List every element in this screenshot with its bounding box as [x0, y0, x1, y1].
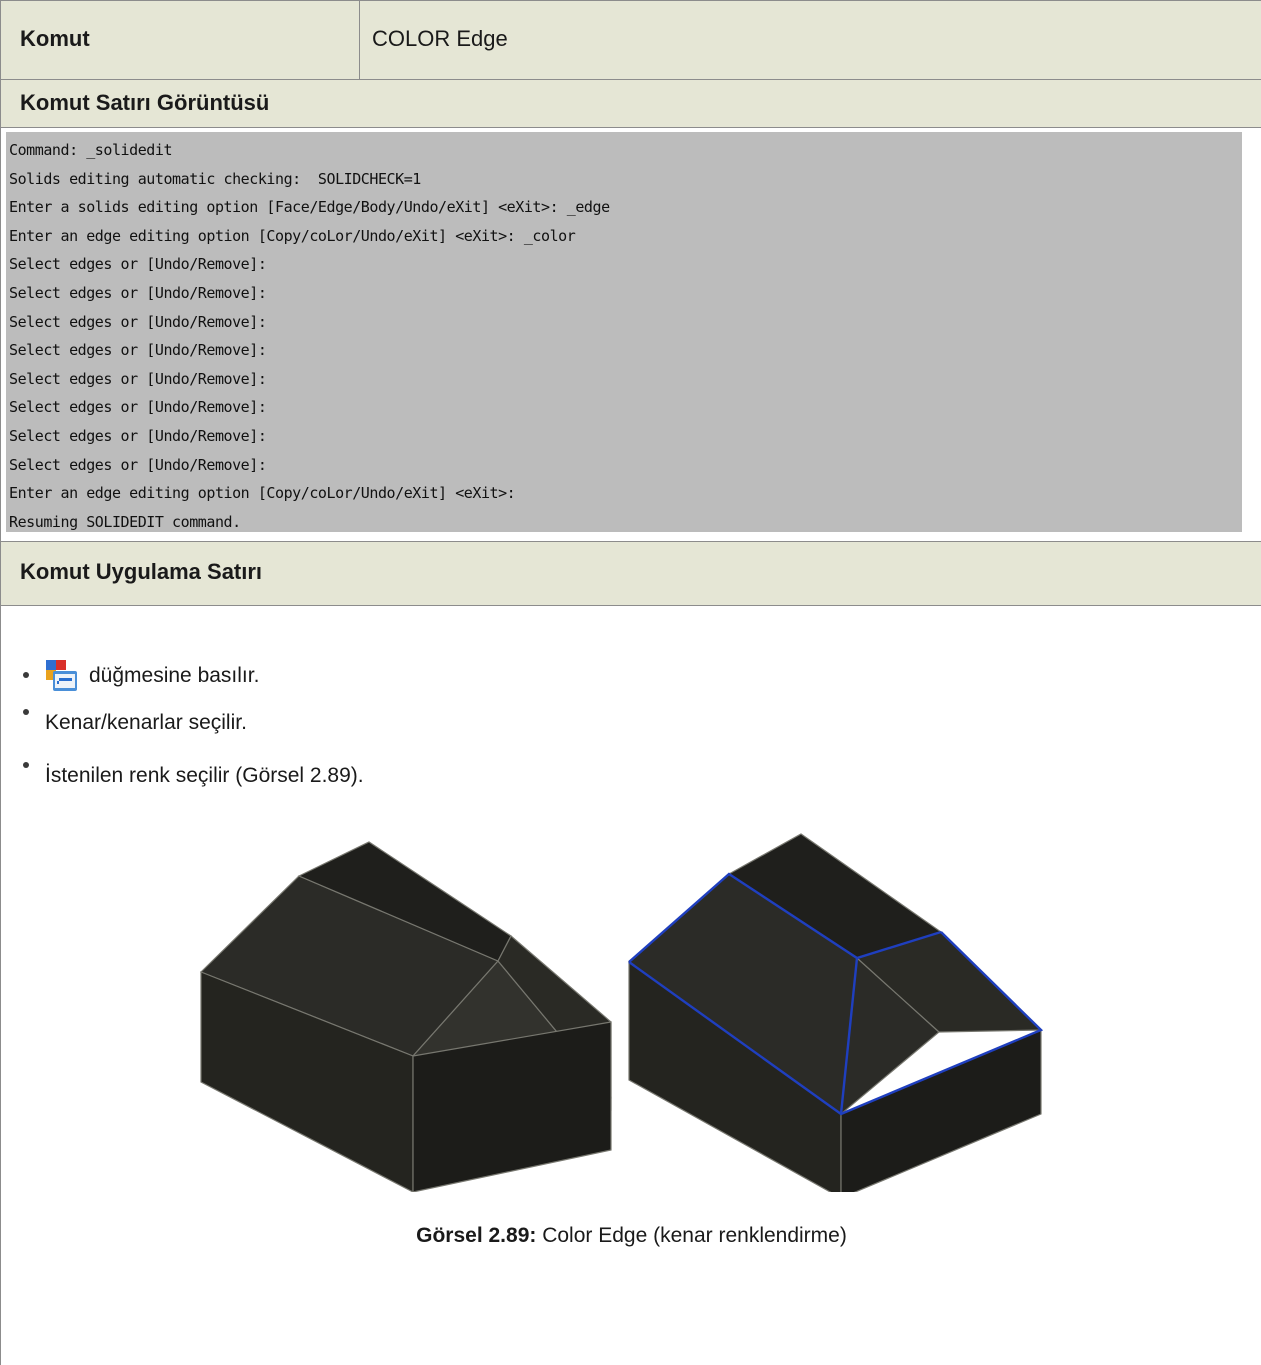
- bullet-dot: [23, 762, 29, 768]
- command-line-text: Enter a solids editing option [Face/Edge…: [9, 198, 610, 217]
- command-label: Komut: [1, 1, 360, 80]
- command-value: COLOR Edge: [372, 26, 508, 51]
- command-line-text: Enter an edge editing option [Copy/coLor…: [9, 484, 516, 503]
- command-line-screenshot: Command: _solidedit Solids editing automa…: [6, 132, 1242, 532]
- command-line-text: Select edges or [Undo/Remove]:: [9, 455, 267, 474]
- command-line-text: Solids editing automatic checking: SOLID…: [9, 169, 421, 188]
- figure-caption-text: Color Edge (kenar renklendirme): [536, 1224, 847, 1247]
- command-line-text: Select edges or [Undo/Remove]:: [9, 255, 267, 274]
- section-application-title: Komut Uygulama Satırı: [1, 542, 1261, 606]
- command-name-row: Komut COLOR Edge: [1, 0, 1261, 80]
- command-line-text: Enter an edge editing option [Copy/coLor…: [9, 226, 576, 245]
- step-item: Kenar/kenarlar seçilir.: [23, 696, 364, 749]
- steps-list: düğmesine basılır. Kenar/kenarlar seçili…: [23, 656, 364, 802]
- figure-caption: Görsel 2.89: Color Edge (kenar renklendi…: [1, 1224, 1261, 1248]
- command-line-text: Select edges or [Undo/Remove]:: [9, 426, 267, 445]
- step-item: düğmesine basılır.: [23, 656, 364, 696]
- solid-before: [199, 841, 612, 1192]
- color-edge-figure: [199, 833, 1044, 1192]
- command-line-text: Select edges or [Undo/Remove]:: [9, 283, 267, 302]
- command-line-panel: Command: _solidedit Solids editing automa…: [1, 128, 1261, 542]
- bullet-dot: [23, 672, 29, 678]
- figure-caption-label: Görsel 2.89:: [416, 1224, 537, 1247]
- color-edges-tool-icon: [46, 660, 77, 691]
- step-text: düğmesine basılır.: [89, 664, 260, 687]
- application-body: düğmesine basılır. Kenar/kenarlar seçili…: [1, 606, 1261, 1365]
- command-line-text: Select edges or [Undo/Remove]:: [9, 398, 267, 417]
- command-line-text: Select edges or [Undo/Remove]:: [9, 312, 267, 331]
- step-item: İstenilen renk seçilir (Görsel 2.89).: [23, 749, 364, 802]
- command-line-text: Command: _solidedit: [9, 141, 173, 159]
- step-text: Kenar/kenarlar seçilir.: [45, 710, 247, 734]
- command-line-text: Select edges or [Undo/Remove]:: [9, 369, 267, 388]
- solid-after: [628, 833, 1044, 1192]
- command-line-text: Select edges or [Undo/Remove]:: [9, 341, 267, 360]
- step-text: İstenilen renk seçilir (Görsel 2.89).: [45, 763, 364, 787]
- section-command-line-title: Komut Satırı Görüntüsü: [1, 80, 1261, 128]
- bullet-dot: [23, 709, 29, 715]
- document-table: Komut COLOR Edge Komut Satırı Görüntüsü …: [0, 0, 1261, 1365]
- command-line-text: Resuming SOLIDEDIT command.: [9, 512, 241, 531]
